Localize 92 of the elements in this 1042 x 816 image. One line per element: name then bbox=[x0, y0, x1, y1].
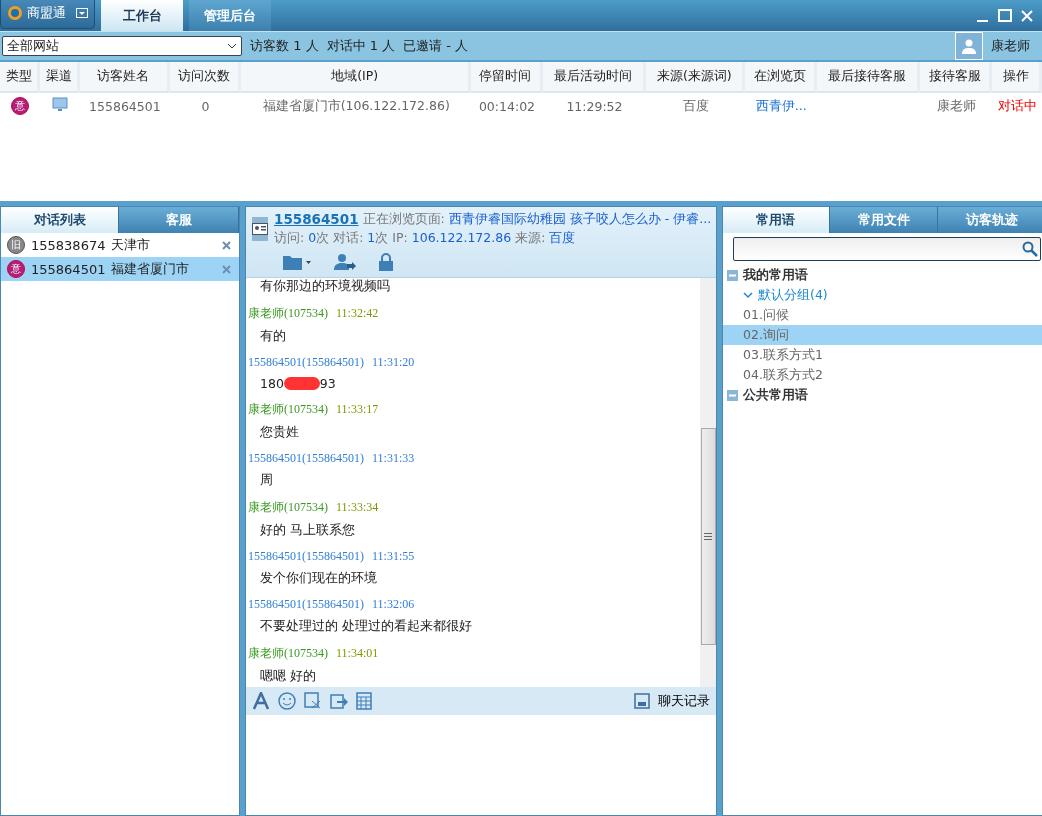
visitor-link[interactable]: 155864501 bbox=[274, 211, 359, 228]
message-text: 周 bbox=[259, 471, 274, 489]
panel-tab[interactable]: 对话列表 bbox=[1, 207, 119, 233]
chevron-down-icon bbox=[227, 43, 237, 49]
folder-icon[interactable] bbox=[282, 253, 312, 271]
column-header: 访客姓名 bbox=[80, 62, 170, 93]
collapse-icon[interactable] bbox=[727, 269, 738, 281]
panel-tab[interactable]: 常用语 bbox=[723, 207, 830, 233]
visitor-info: 访问: 0次 对话: 1次 IP: 106.122.172.86 来源: 百度 bbox=[274, 230, 577, 247]
close-icon[interactable] bbox=[222, 264, 231, 274]
contact-card-icon bbox=[252, 217, 268, 241]
message-text: 有的 bbox=[259, 327, 287, 345]
stat-text: 对话中 1 人 bbox=[326, 37, 396, 55]
send-file-icon[interactable] bbox=[330, 692, 348, 710]
column-header: 在浏览页 bbox=[745, 62, 818, 93]
message-text: 不要处理过的 处理过的看起来都很好 bbox=[259, 617, 473, 635]
phrase-item[interactable]: 01.问候 bbox=[723, 305, 1042, 325]
message-header: 康老师(107534) 11:34:01 bbox=[248, 645, 380, 662]
stat-text: 访客数 1 人 bbox=[250, 37, 319, 55]
logo-icon bbox=[7, 4, 23, 21]
message-header: 康老师(107534) 11:33:17 bbox=[248, 401, 380, 418]
column-header: 操作 bbox=[992, 62, 1042, 93]
table-cell-text: 155864501 bbox=[88, 97, 162, 116]
browsing-label: 正在浏览页面: bbox=[362, 211, 445, 228]
search-icon[interactable] bbox=[1022, 241, 1038, 257]
site-select[interactable]: 全部网站 bbox=[2, 36, 242, 56]
stat-text: 已邀请 - 人 bbox=[403, 37, 469, 55]
column-header: 渠道 bbox=[40, 62, 81, 93]
tree-group[interactable]: 我的常用语 bbox=[723, 265, 1042, 285]
app-name: 商盟通 bbox=[27, 3, 66, 22]
collapse-icon[interactable] bbox=[727, 389, 738, 401]
phrase-item[interactable]: 02.询问 bbox=[723, 325, 1042, 345]
calculator-icon[interactable] bbox=[356, 692, 372, 710]
message-header: 155864501(155864501) 11:31:20 bbox=[248, 355, 416, 370]
column-header: 来源(来源词) bbox=[646, 62, 746, 93]
message-header: 康老师(107534) 11:33:34 bbox=[248, 499, 380, 516]
table-cell-text: 00:14:02 bbox=[477, 97, 537, 116]
message-header: 155864501(155864501) 11:32:06 bbox=[248, 597, 416, 612]
user-name: 康老师 bbox=[991, 37, 1030, 55]
message-text: 嗯嗯 好的 bbox=[259, 667, 317, 685]
scrollbar[interactable] bbox=[700, 278, 716, 687]
column-header: 最后接待客服 bbox=[817, 62, 921, 93]
avatar-icon bbox=[955, 32, 983, 60]
search-field[interactable] bbox=[733, 237, 1041, 261]
browsing-page-link[interactable]: 西青伊睿国际幼稚园 孩子咬人怎么办 - 伊睿... bbox=[448, 211, 712, 228]
message-text: 93 bbox=[319, 376, 336, 391]
status-text: 对话中 bbox=[996, 96, 1038, 115]
message-header: 155864501(155864501) 11:31:33 bbox=[248, 451, 416, 466]
message-text: 好的 马上联系您 bbox=[259, 521, 356, 539]
dropdown-icon[interactable] bbox=[76, 7, 88, 18]
message-text: 有你那边的环境视频吗 bbox=[259, 278, 391, 295]
table-cell-text: 康老师 bbox=[935, 96, 977, 115]
message-text: 发个你们现在的环境 bbox=[259, 569, 378, 587]
intent-badge: 意 bbox=[7, 260, 25, 278]
message-header: 155864501(155864501) 11:31:55 bbox=[248, 549, 416, 564]
column-header: 接待客服 bbox=[920, 62, 993, 93]
grip-icon bbox=[704, 533, 712, 540]
conversation-item[interactable]: 意 155864501 福建省厦门市 bbox=[1, 257, 239, 281]
message-text: 180 bbox=[260, 376, 284, 391]
lock-icon[interactable] bbox=[378, 253, 394, 271]
intent-badge: 意 bbox=[11, 97, 30, 115]
table-cell-text: 福建省厦门市(106.122.172.86) bbox=[261, 96, 451, 115]
main-tab[interactable]: 管理后台 bbox=[189, 0, 271, 31]
message-header: 康老师(107534) 11:32:42 bbox=[248, 305, 380, 322]
font-icon[interactable] bbox=[252, 692, 270, 710]
tree-group[interactable]: 公共常用语 bbox=[723, 385, 1042, 405]
message-text: 您贵姓 bbox=[259, 423, 300, 441]
column-header: 访问次数 bbox=[169, 62, 242, 93]
close-icon[interactable] bbox=[222, 240, 231, 250]
smiley-icon[interactable] bbox=[278, 692, 296, 710]
table-cell-text: 百度 bbox=[681, 96, 710, 115]
chat-history-button[interactable]: 聊天记录 bbox=[634, 692, 710, 710]
person-arrow-icon[interactable] bbox=[334, 253, 356, 271]
panel-tab[interactable]: 客服 bbox=[119, 207, 239, 233]
table-cell-text: 0 bbox=[200, 97, 211, 116]
screenshot-icon[interactable] bbox=[304, 692, 322, 710]
column-header: 类型 bbox=[0, 62, 41, 93]
table-cell-text: 11:29:52 bbox=[565, 97, 624, 116]
column-header: 地域(IP) bbox=[241, 62, 472, 93]
monitor-icon bbox=[52, 96, 69, 113]
column-header: 停留时间 bbox=[471, 62, 543, 93]
column-header: 最后活动时间 bbox=[542, 62, 647, 93]
maximize-icon[interactable] bbox=[998, 8, 1012, 23]
returning-badge: 旧 bbox=[7, 236, 25, 254]
page-link[interactable]: 西青伊... bbox=[745, 93, 818, 119]
save-icon bbox=[634, 693, 650, 709]
phrase-item[interactable]: 03.联系方式1 bbox=[723, 345, 1042, 365]
phrase-item[interactable]: 04.联系方式2 bbox=[723, 365, 1042, 385]
app-menu-button[interactable]: 商盟通 bbox=[0, 0, 95, 29]
tree-subgroup[interactable]: 默认分组(4) bbox=[723, 285, 1042, 305]
main-tab[interactable]: 工作台 bbox=[101, 0, 183, 31]
chevron-icon[interactable] bbox=[743, 291, 753, 299]
